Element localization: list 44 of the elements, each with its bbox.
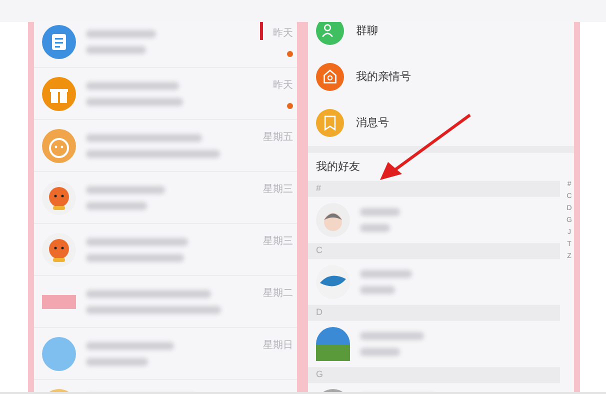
group-letter: C xyxy=(308,243,560,259)
blurred-name xyxy=(86,30,156,38)
blurred-status xyxy=(360,348,400,356)
avatar-icon xyxy=(42,180,76,214)
chat-row[interactable]: 昨天 xyxy=(34,22,297,68)
avatar-icon xyxy=(42,24,76,58)
contact-menu-item[interactable]: 消息号 xyxy=(308,100,574,146)
avatar-icon xyxy=(316,327,350,361)
bookmark-icon xyxy=(316,109,344,137)
avatar-icon xyxy=(316,203,350,237)
chat-row[interactable]: 星期三 xyxy=(34,224,297,276)
chat-row[interactable]: 星期日 xyxy=(34,328,297,380)
blurred-message xyxy=(86,202,147,210)
scroll-mark xyxy=(260,22,263,40)
chat-time: 星期三 xyxy=(263,234,293,249)
chat-time: 星期日 xyxy=(263,338,293,353)
contact-menu-item[interactable]: 群聊 xyxy=(308,22,574,54)
avatar-icon xyxy=(42,232,76,266)
chat-time: 昨天 xyxy=(273,79,293,93)
avatar-icon xyxy=(42,76,76,110)
avatar-icon xyxy=(316,265,350,299)
chat-row[interactable]: 星期二 xyxy=(34,276,297,328)
blurred-name xyxy=(360,270,412,278)
contact-menu-item[interactable]: 我的亲情号 xyxy=(308,54,574,100)
group-letter: # xyxy=(308,181,560,197)
chat-time: 星期五 xyxy=(263,130,293,145)
chat-row[interactable]: 星期五 xyxy=(34,120,297,172)
group-letter: D xyxy=(308,305,560,321)
chat-row[interactable]: 昨天 xyxy=(34,68,297,120)
blurred-name xyxy=(360,208,400,216)
blurred-name xyxy=(360,332,424,340)
blurred-message xyxy=(86,46,146,54)
chat-time: 昨天 xyxy=(273,27,293,41)
avatar-icon xyxy=(42,336,76,370)
group-letter: G xyxy=(308,367,560,383)
family-icon xyxy=(316,63,344,91)
blurred-status xyxy=(360,286,395,294)
section-header: 我的好友 xyxy=(315,160,361,175)
chat-time: 星期二 xyxy=(263,286,293,301)
chat-time: 星期三 xyxy=(263,182,293,197)
blurred-status xyxy=(360,224,390,232)
blurred-message xyxy=(86,358,148,366)
avatar-icon xyxy=(42,128,76,162)
chat-row[interactable]: 星期三 xyxy=(34,172,297,224)
